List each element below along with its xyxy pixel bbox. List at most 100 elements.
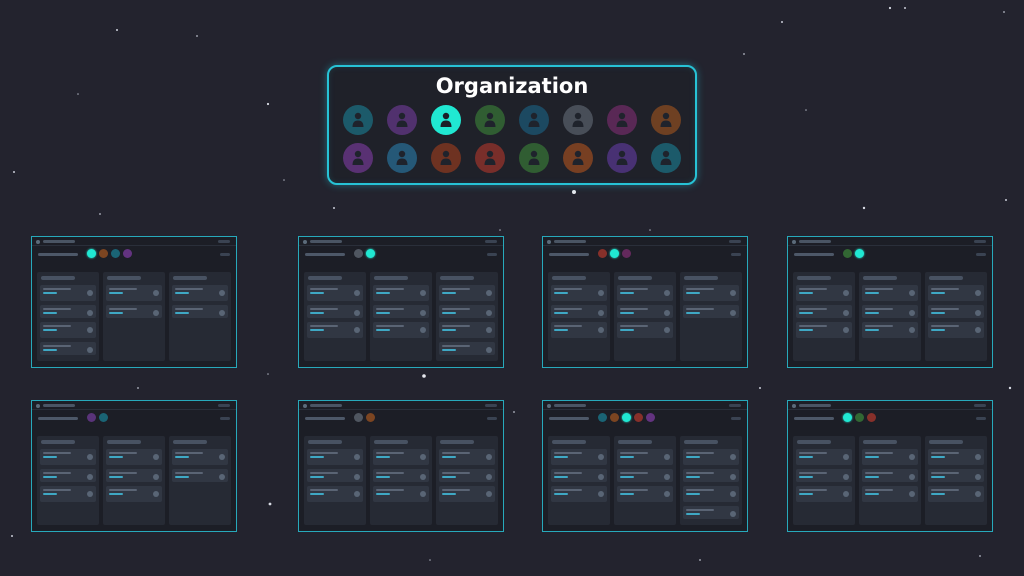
task-card[interactable] <box>796 322 852 338</box>
task-card[interactable] <box>928 449 984 465</box>
member-avatar-icon[interactable] <box>622 413 631 422</box>
task-card[interactable] <box>40 322 96 338</box>
task-card[interactable] <box>172 285 228 301</box>
task-card[interactable] <box>373 469 429 482</box>
member-avatar[interactable] <box>519 143 549 173</box>
task-card[interactable] <box>373 486 429 502</box>
board-window[interactable] <box>787 400 993 532</box>
member-avatar[interactable] <box>475 105 505 135</box>
task-card[interactable] <box>617 486 673 502</box>
task-card[interactable] <box>796 486 852 502</box>
task-card[interactable] <box>683 486 739 502</box>
task-card[interactable] <box>439 449 495 465</box>
task-card[interactable] <box>307 305 363 318</box>
member-avatar-icon[interactable] <box>354 413 363 422</box>
member-avatar[interactable] <box>431 105 461 135</box>
board-window[interactable] <box>298 236 504 368</box>
task-card[interactable] <box>928 469 984 482</box>
member-avatar[interactable] <box>343 105 373 135</box>
task-card[interactable] <box>796 305 852 318</box>
window-controls[interactable] <box>729 404 741 407</box>
task-card[interactable] <box>40 285 96 301</box>
task-card[interactable] <box>106 305 162 318</box>
window-controls[interactable] <box>729 240 741 243</box>
task-card[interactable] <box>551 285 607 301</box>
member-avatar[interactable] <box>431 143 461 173</box>
member-avatar[interactable] <box>607 143 637 173</box>
window-controls[interactable] <box>974 404 986 407</box>
task-card[interactable] <box>307 322 363 338</box>
board-menu[interactable] <box>976 253 986 256</box>
task-card[interactable] <box>373 449 429 465</box>
member-avatar[interactable] <box>519 105 549 135</box>
member-avatar-icon[interactable] <box>634 413 643 422</box>
task-card[interactable] <box>439 469 495 482</box>
board-window[interactable] <box>542 236 748 368</box>
member-avatar-icon[interactable] <box>855 249 864 258</box>
task-card[interactable] <box>307 285 363 301</box>
member-avatar[interactable] <box>563 143 593 173</box>
board-menu[interactable] <box>487 253 497 256</box>
board-menu[interactable] <box>731 417 741 420</box>
board-menu[interactable] <box>220 417 230 420</box>
task-card[interactable] <box>617 285 673 301</box>
task-card[interactable] <box>683 469 739 482</box>
task-card[interactable] <box>307 486 363 502</box>
member-avatar[interactable] <box>651 143 681 173</box>
task-card[interactable] <box>439 305 495 318</box>
window-controls[interactable] <box>218 404 230 407</box>
task-card[interactable] <box>551 469 607 482</box>
member-avatar-icon[interactable] <box>123 249 132 258</box>
member-avatar-icon[interactable] <box>610 413 619 422</box>
task-card[interactable] <box>928 285 984 301</box>
board-window[interactable] <box>298 400 504 532</box>
board-window[interactable] <box>787 236 993 368</box>
member-avatar[interactable] <box>343 143 373 173</box>
task-card[interactable] <box>106 486 162 502</box>
window-controls[interactable] <box>974 240 986 243</box>
window-controls[interactable] <box>485 240 497 243</box>
board-menu[interactable] <box>220 253 230 256</box>
member-avatar-icon[interactable] <box>366 413 375 422</box>
task-card[interactable] <box>439 285 495 301</box>
task-card[interactable] <box>862 322 918 338</box>
task-card[interactable] <box>862 449 918 465</box>
member-avatar-icon[interactable] <box>610 249 619 258</box>
task-card[interactable] <box>551 322 607 338</box>
task-card[interactable] <box>551 486 607 502</box>
member-avatar-icon[interactable] <box>111 249 120 258</box>
task-card[interactable] <box>617 449 673 465</box>
task-card[interactable] <box>683 285 739 301</box>
task-card[interactable] <box>796 285 852 301</box>
task-card[interactable] <box>172 469 228 482</box>
member-avatar[interactable] <box>387 105 417 135</box>
board-window[interactable] <box>542 400 748 532</box>
member-avatar-icon[interactable] <box>867 413 876 422</box>
task-card[interactable] <box>928 305 984 318</box>
member-avatar-icon[interactable] <box>622 249 631 258</box>
window-controls[interactable] <box>485 404 497 407</box>
task-card[interactable] <box>796 449 852 465</box>
task-card[interactable] <box>617 305 673 318</box>
task-card[interactable] <box>307 469 363 482</box>
board-window[interactable] <box>31 400 237 532</box>
task-card[interactable] <box>373 305 429 318</box>
member-avatar[interactable] <box>607 105 637 135</box>
member-avatar-icon[interactable] <box>366 249 375 258</box>
task-card[interactable] <box>373 285 429 301</box>
task-card[interactable] <box>683 305 739 318</box>
task-card[interactable] <box>617 322 673 338</box>
task-card[interactable] <box>928 486 984 502</box>
member-avatar[interactable] <box>475 143 505 173</box>
member-avatar[interactable] <box>651 105 681 135</box>
task-card[interactable] <box>862 486 918 502</box>
task-card[interactable] <box>862 305 918 318</box>
task-card[interactable] <box>106 469 162 482</box>
task-card[interactable] <box>40 305 96 318</box>
board-menu[interactable] <box>731 253 741 256</box>
member-avatar-icon[interactable] <box>87 413 96 422</box>
member-avatar-icon[interactable] <box>99 249 108 258</box>
board-window[interactable] <box>31 236 237 368</box>
task-card[interactable] <box>439 342 495 355</box>
member-avatar-icon[interactable] <box>843 413 852 422</box>
